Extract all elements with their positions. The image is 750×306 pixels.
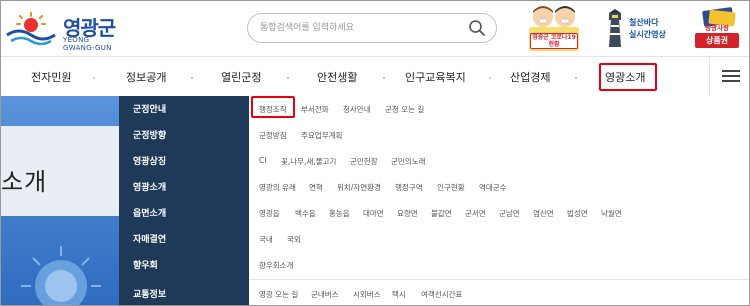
search-box [247, 13, 497, 43]
submenu-link[interactable]: 묘량면 [397, 208, 418, 219]
hero-banner: 소개 [1, 96, 119, 305]
submenu-link[interactable]: 인구현황 [437, 182, 465, 193]
submenu-link[interactable]: 백수읍 [295, 208, 316, 219]
submenu-link[interactable]: 낙월면 [601, 208, 622, 219]
gift-certificate-top: 영광사랑 [705, 24, 729, 32]
submenu-row: 읍면소개 영광읍 백수읍 홍농읍 대마면 묘량면 불갑면 군서면 군남면 염산면… [119, 200, 749, 228]
submenu-row: 영광소개 영광의 유래 연혁 위치/자연환경 행정구역 인구현황 역대군수 [119, 174, 749, 202]
nav-item-safety[interactable]: 안전생활 [317, 69, 357, 85]
nav-active-highlight [599, 63, 657, 91]
submenu-link[interactable]: 국내 [259, 234, 273, 245]
submenu-links: 행정조직 부서전화 청사안내 군청 오는 길 [249, 96, 749, 124]
submenu-link[interactable]: 택시 [392, 289, 406, 300]
submenu-link[interactable]: 향우회소개 [259, 260, 294, 271]
submenu-row: 교통정보 영광 오는 길 군내버스 시외버스 택시 여객선시간표 [119, 281, 749, 305]
search-input[interactable] [260, 18, 460, 38]
submenu-link[interactable]: 군민헌장 [350, 156, 378, 167]
submenu-link[interactable]: 대마면 [363, 208, 384, 219]
logo-subtitle: YEONG GWANG-GUN [63, 36, 112, 52]
submenu-links: 영광의 유래 연혁 위치/자연환경 행정구역 인구현황 역대군수 [249, 174, 749, 202]
submenu-link[interactable]: 시외버스 [353, 289, 381, 300]
nav-item-economy[interactable]: 산업경제 [510, 69, 550, 85]
nav-separator [489, 77, 491, 79]
submenu-link[interactable]: 연혁 [309, 182, 323, 193]
submenu-links: 영광 오는 길 군내버스 시외버스 택시 여객선시간표 [249, 281, 749, 305]
submenu-link[interactable]: 꽃,나무,새,물고기 [281, 156, 336, 167]
submenu-link[interactable]: 영광읍 [259, 208, 280, 219]
submenu-link[interactable]: CI [259, 156, 266, 165]
submenu-category[interactable]: 향우회 [119, 252, 249, 280]
live-video-line2: 실시간영상 [629, 30, 666, 39]
page-frame: 영광군 YEONG GWANG-GUN 영광군 코로나19 현황 [0, 0, 750, 306]
site-logo[interactable]: 영광군 YEONG GWANG-GUN [5, 9, 123, 52]
submenu-category[interactable]: 읍면소개 [119, 200, 249, 228]
nav-separator [575, 77, 577, 79]
live-video-line1: 칠산바다 [629, 18, 659, 27]
submenu-row: 자매결연 국내 국외 [119, 226, 749, 254]
submenu-category[interactable]: 자매결연 [119, 226, 249, 254]
gift-certificate-badge: 상품권 [695, 33, 739, 48]
submenu-link[interactable]: 위치/자연환경 [337, 182, 381, 193]
submenu-category[interactable]: 군정방향 [119, 122, 249, 150]
menu-button[interactable] [709, 56, 749, 96]
submenu-category[interactable]: 군정안내 [119, 96, 249, 124]
nav-separator [287, 77, 289, 79]
submenu-link[interactable]: 염산면 [533, 208, 554, 219]
submenu-link[interactable]: 군서면 [465, 208, 486, 219]
hamburger-icon [722, 70, 740, 72]
submenu-category[interactable]: 교통정보 [119, 281, 249, 305]
submenu-link[interactable]: 홍농읍 [329, 208, 350, 219]
nav-item-welfare[interactable]: 인구교육복지 [405, 69, 466, 85]
submenu-links: 향우회소개 [249, 252, 749, 280]
submenu-links: 영광읍 백수읍 홍농읍 대마면 묘량면 불갑면 군서면 군남면 염산면 법성면 … [249, 200, 749, 228]
covid-status-banner[interactable]: 영광군 코로나19 현황 [513, 3, 591, 53]
logo-emblem-icon [6, 12, 56, 45]
submenu-link[interactable]: 영광의 유래 [259, 182, 296, 193]
nav-separator [383, 77, 385, 79]
header: 영광군 YEONG GWANG-GUN 영광군 코로나19 현황 [1, 1, 749, 56]
submenu-link[interactable]: 군남면 [499, 208, 520, 219]
submenu-link[interactable]: 불갑면 [431, 208, 452, 219]
lighthouse-icon [609, 9, 621, 47]
submenu-link[interactable]: 법성면 [567, 208, 588, 219]
submenu-row: 군정안내 행정조직 부서전화 청사안내 군청 오는 길 [119, 96, 749, 124]
submenu-link[interactable]: 군내버스 [311, 289, 339, 300]
submenu-link[interactable]: 역대군수 [479, 182, 507, 193]
nav-item-open-admin[interactable]: 열린군정 [221, 69, 261, 85]
nav-separator [191, 77, 193, 79]
submenu-link[interactable]: 영광 오는 길 [259, 289, 298, 300]
submenu-link[interactable]: 국외 [287, 234, 301, 245]
submenu-row: 군정방향 군정방침 주요업무계획 [119, 122, 749, 150]
nav-separator [93, 77, 95, 79]
hero-decoration [1, 96, 119, 305]
submenu-link[interactable]: 부서전화 [301, 104, 329, 115]
submenu-link[interactable]: 청사안내 [343, 104, 371, 115]
live-video-link[interactable]: 칠산바다 실시간영상 [603, 9, 679, 49]
submenu-links: 국내 국외 [249, 226, 749, 254]
search-icon[interactable] [468, 19, 486, 37]
submenu-link[interactable]: 행정구역 [395, 182, 423, 193]
submenu-link[interactable]: 주요업무계획 [301, 130, 342, 141]
nav-item-civil-service[interactable]: 전자민원 [31, 69, 71, 85]
submenu-link[interactable]: 군정방침 [259, 130, 287, 141]
submenu-links: CI 꽃,나무,새,물고기 군민헌장 군민의노래 [249, 148, 749, 176]
nav-item-info-disclosure[interactable]: 정보공개 [126, 69, 166, 85]
submenu-category[interactable]: 영광소개 [119, 174, 249, 202]
gift-certificate-link[interactable]: 영광사랑 상품권 [689, 7, 745, 51]
covid-status-label: 영광군 코로나19 현황 [530, 33, 578, 49]
submenu-link[interactable]: 군청 오는 길 [385, 104, 424, 115]
submenu-links: 군정방침 주요업무계획 [249, 122, 749, 150]
submenu-row: 향우회 향우회소개 [119, 252, 749, 280]
submenu-category[interactable]: 영광상징 [119, 148, 249, 176]
submenu-link[interactable]: 여객선시간표 [421, 289, 462, 300]
hero-title: 소개 [1, 168, 48, 196]
submenu-active-highlight [251, 96, 295, 118]
submenu-link[interactable]: 군민의노래 [391, 156, 426, 167]
submenu-row: 영광상징 CI 꽃,나무,새,물고기 군민헌장 군민의노래 [119, 148, 749, 176]
